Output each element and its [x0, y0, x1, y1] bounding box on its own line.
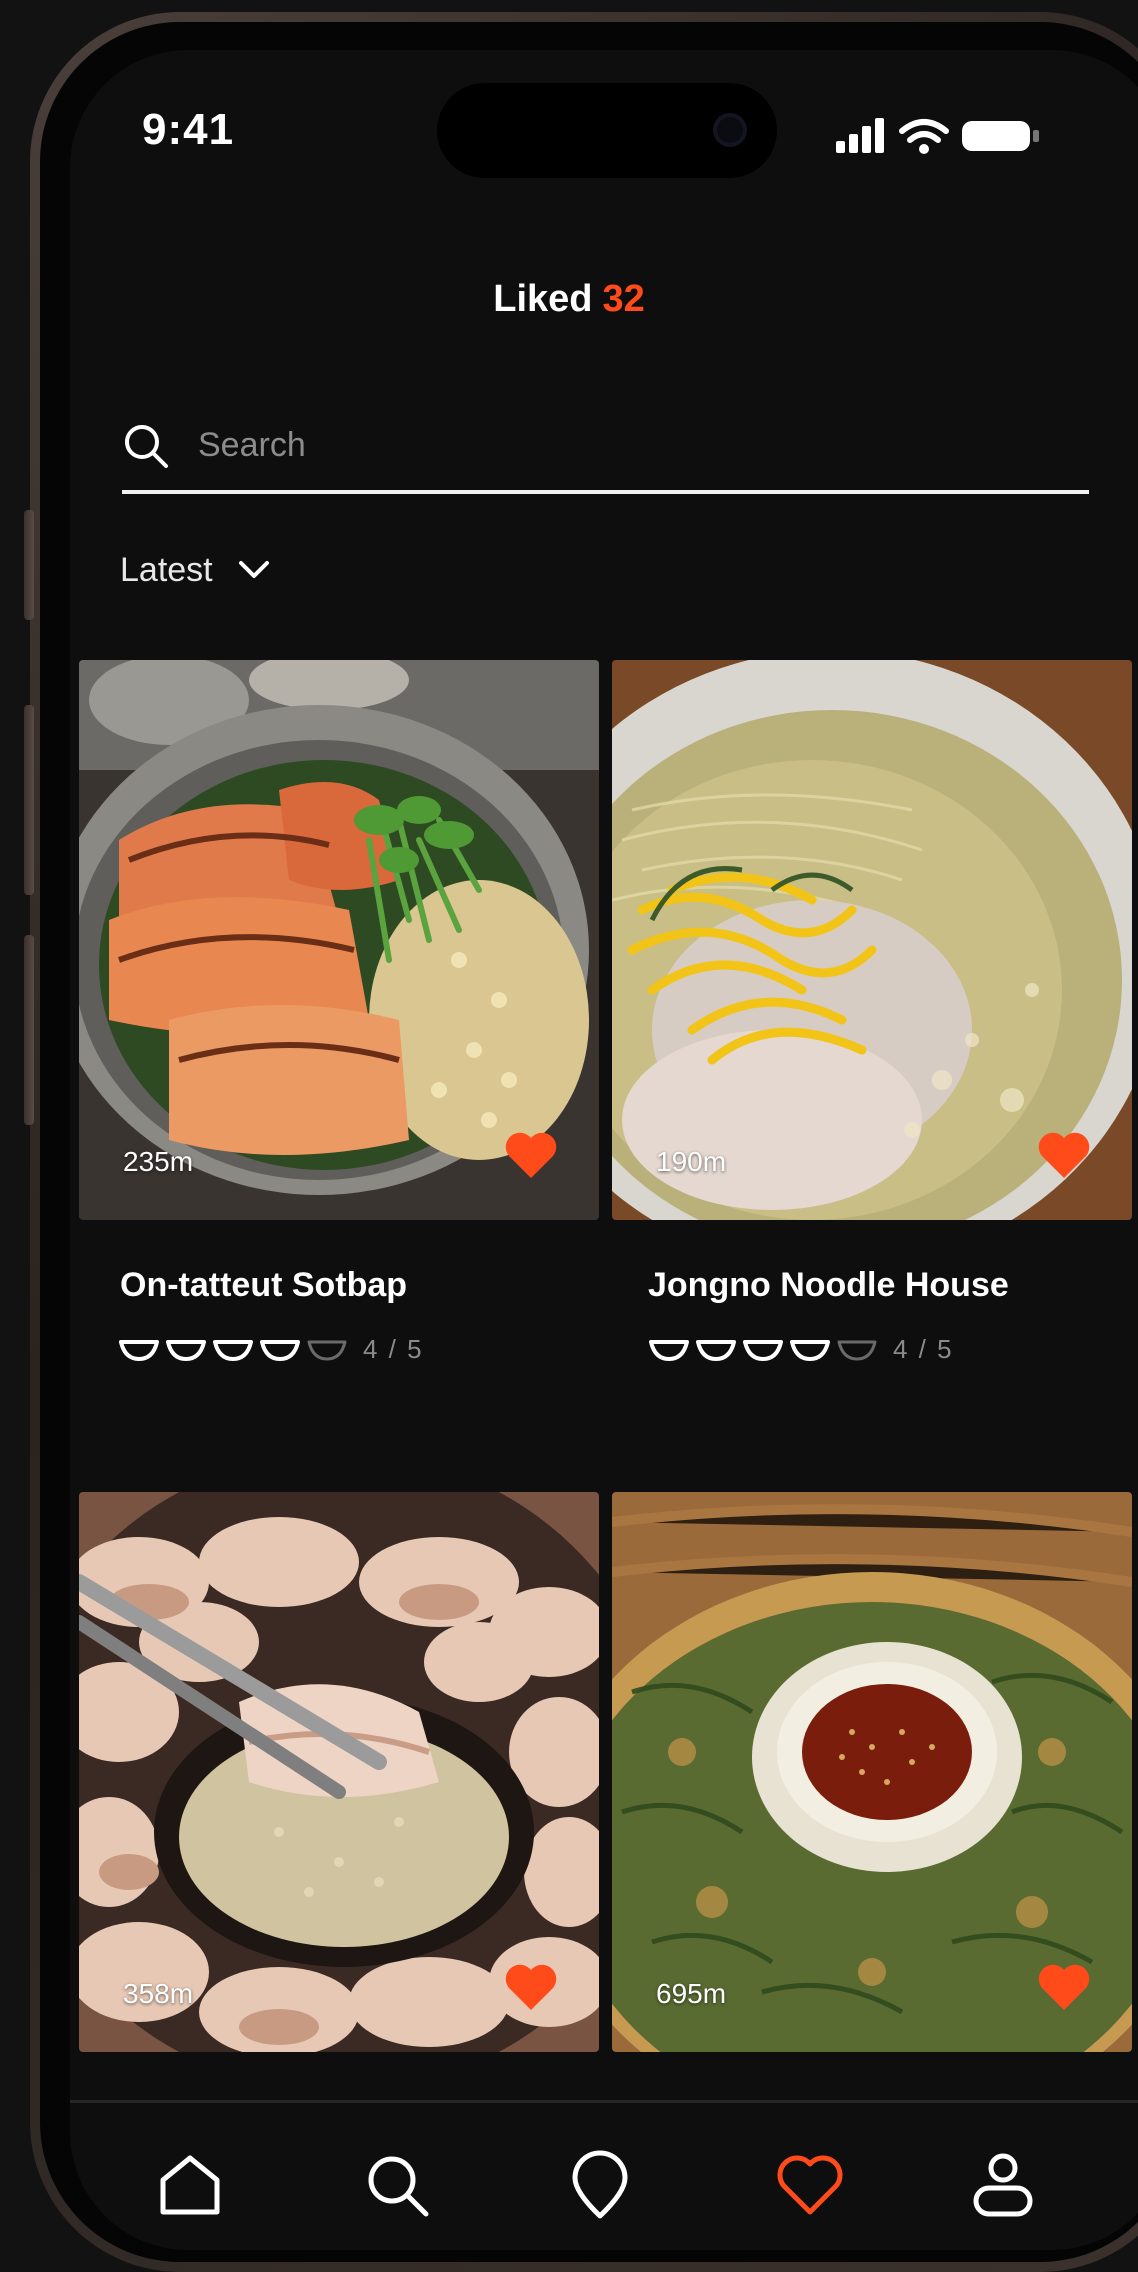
distance-label: 235m: [123, 1146, 194, 1177]
sort-dropdown[interactable]: Latest: [120, 545, 271, 595]
bowl-icon-filled: [260, 1339, 300, 1361]
page-title-label: Liked: [493, 278, 593, 320]
chevron-down-icon: [238, 561, 269, 578]
wifi-dot: [919, 144, 929, 154]
bowl-icon-empty: [837, 1340, 877, 1360]
status-icons: [836, 118, 1039, 154]
rating-text: 4 / 5: [363, 1334, 424, 1364]
place-name[interactable]: Jongno Noodle House: [648, 1266, 1009, 1305]
bowl-icon-filled: [649, 1339, 689, 1361]
place-photo-2[interactable]: 190m: [612, 660, 1132, 1220]
search-bar[interactable]: [122, 410, 1089, 494]
bowl-icon-empty: [307, 1340, 347, 1360]
place-photo-1[interactable]: 235m: [79, 660, 599, 1220]
search-icon: [125, 425, 168, 468]
volume-down-button: [24, 935, 34, 1125]
bowl-icon-filled: [213, 1339, 253, 1361]
wifi-icon: [899, 119, 949, 143]
page-title: Liked 32: [0, 278, 1138, 321]
rating-text: 4 / 5: [893, 1334, 954, 1364]
heart-icon[interactable]: [503, 1130, 559, 1180]
bowl-icon-filled: [743, 1339, 783, 1361]
home-icon[interactable]: [155, 2150, 225, 2220]
distance-label: 358m: [123, 1978, 194, 2009]
liked-count: 32: [602, 278, 645, 320]
place-photo-3[interactable]: 358m: [79, 1492, 599, 2052]
mute-switch: [24, 510, 34, 620]
search-input[interactable]: [196, 418, 1060, 472]
location-pin-icon[interactable]: [565, 2150, 635, 2220]
place-name[interactable]: On-tatteut Sotbap: [120, 1266, 407, 1305]
place-photo-4[interactable]: 695m: [612, 1492, 1132, 2052]
heart-icon[interactable]: [1036, 1130, 1092, 1180]
signal-icon: [836, 118, 884, 153]
heart-icon[interactable]: [503, 1962, 559, 2012]
heart-icon[interactable]: [1036, 1962, 1092, 2012]
battery-icon: [962, 121, 1039, 151]
bowl-icon-filled: [790, 1339, 830, 1361]
volume-up-button: [24, 705, 34, 895]
sort-label: Latest: [120, 550, 213, 589]
profile-icon[interactable]: [968, 2150, 1038, 2220]
distance-label: 695m: [656, 1978, 727, 2009]
bowl-icon-filled: [119, 1339, 159, 1361]
status-time: 9:41: [142, 105, 235, 154]
dynamic-island: [437, 83, 777, 178]
camera-icon: [713, 113, 747, 147]
distance-label: 190m: [656, 1146, 727, 1177]
bowl-icon-filled: [166, 1339, 206, 1361]
tab-bar-divider: [70, 2100, 1138, 2103]
rating: 4 / 5: [648, 1334, 954, 1365]
bowl-icon-filled: [696, 1339, 736, 1361]
rating: 4 / 5: [118, 1334, 424, 1365]
heart-icon[interactable]: [775, 2150, 845, 2220]
search-icon[interactable]: [362, 2150, 432, 2220]
